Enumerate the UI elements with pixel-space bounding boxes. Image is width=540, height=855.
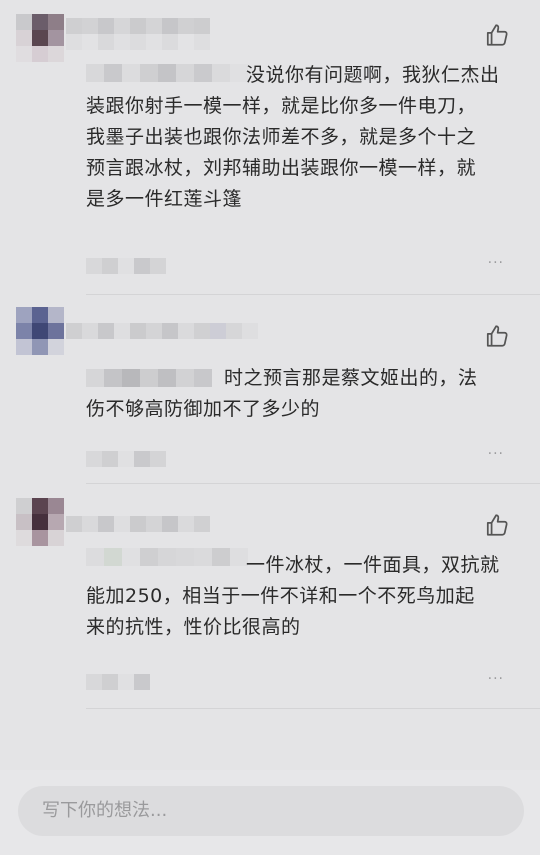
more-options-button[interactable]: ··· (488, 672, 504, 686)
avatar[interactable] (16, 307, 64, 355)
username-pixelated[interactable] (66, 18, 210, 50)
divider (86, 483, 540, 484)
more-options-button[interactable]: ··· (488, 447, 504, 461)
timestamp-pixelated (86, 258, 166, 274)
username-pixelated[interactable] (66, 516, 210, 532)
divider (86, 708, 540, 709)
comment-text: 一件冰杖，一件面具，双抗就 能加250，相当于一件不详和一个不死鸟加起 来的抗性… (86, 554, 500, 638)
timestamp-pixelated (86, 674, 150, 690)
thumbs-up-icon (486, 24, 508, 46)
comment-feed: 没说你有问题啊，我狄仁杰出 装跟你射手一模一样，就是比你多一件电刀， 我墨子出装… (0, 0, 540, 770)
username-pixelated[interactable] (66, 323, 258, 339)
avatar[interactable] (16, 14, 64, 62)
comment-input[interactable] (18, 786, 524, 836)
comment-input-bar (0, 770, 540, 855)
comment-text: 时之预言那是蔡文姬出的，法 伤不够高防御加不了多少的 (86, 367, 478, 420)
like-button[interactable] (484, 512, 510, 538)
more-options-button[interactable]: ··· (488, 256, 504, 270)
thumbs-up-icon (486, 325, 508, 347)
like-button[interactable] (484, 323, 510, 349)
comment-text: 没说你有问题啊，我狄仁杰出 装跟你射手一模一样，就是比你多一件电刀， 我墨子出装… (86, 64, 500, 210)
timestamp-pixelated (86, 451, 166, 467)
divider (86, 294, 540, 295)
avatar[interactable] (16, 498, 64, 546)
like-button[interactable] (484, 22, 510, 48)
thumbs-up-icon (486, 514, 508, 536)
